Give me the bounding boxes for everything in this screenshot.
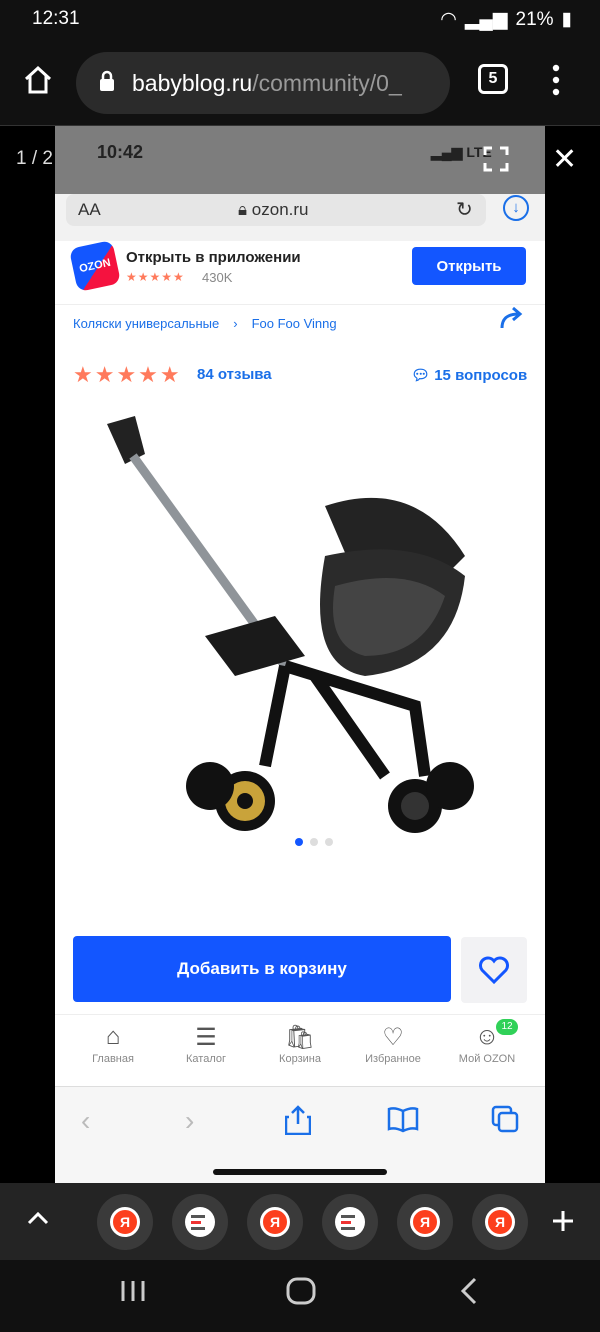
- promo-stars: ★★★★★: [126, 270, 185, 284]
- profile-icon: ☺: [474, 1023, 500, 1050]
- lock-icon: 🔒︎: [238, 200, 252, 219]
- app-promo-banner: OZON Открыть в приложении ★★★★★ 430K Отк…: [55, 239, 545, 305]
- share-icon[interactable]: [499, 306, 525, 337]
- home-icon: ⌂: [105, 1023, 121, 1050]
- browser-toolbar: babyblog.ru/community/0_ 5: [0, 40, 600, 126]
- tab-profile[interactable]: ☺ Мой OZON: [442, 1023, 532, 1065]
- breadcrumb-item[interactable]: Foo Foo Vinng: [252, 316, 337, 331]
- safari-url-field[interactable]: AA 🔒︎ ozon.ru ↻: [66, 194, 486, 226]
- yandex-icon: Я: [410, 1207, 440, 1237]
- carousel-dots: [295, 838, 333, 846]
- tab-switcher-button[interactable]: 5: [478, 64, 508, 94]
- ozon-logo: OZON: [68, 239, 122, 293]
- thumbnail-item[interactable]: [172, 1194, 228, 1250]
- signal-icon: ▂▄▆: [464, 9, 508, 30]
- tab-label: Избранное: [365, 1053, 421, 1065]
- back-icon[interactable]: [458, 1276, 480, 1314]
- tab-label: Каталог: [186, 1053, 226, 1065]
- notification-badge: 12: [496, 1019, 518, 1035]
- android-nav-bar: [0, 1260, 600, 1332]
- thumbnail-item[interactable]: Я: [97, 1194, 153, 1250]
- overflow-menu-icon[interactable]: [548, 62, 564, 103]
- yandex-icon: Я: [485, 1207, 515, 1237]
- reload-icon[interactable]: ↻: [456, 197, 473, 222]
- home-button-icon[interactable]: [285, 1276, 317, 1314]
- chevron-right-icon: ›: [233, 316, 238, 331]
- document-icon: [335, 1207, 365, 1237]
- thumbnail-item[interactable]: Я: [247, 1194, 303, 1250]
- fullscreen-icon[interactable]: [483, 146, 509, 177]
- catalog-icon: ☰: [195, 1024, 217, 1051]
- reviews-link[interactable]: 84 отзыва: [197, 366, 272, 383]
- lock-icon: [98, 70, 116, 98]
- battery-icon: ▮: [561, 9, 572, 30]
- heart-icon: ♡: [382, 1024, 404, 1051]
- questions-label: 15 вопросов: [434, 367, 528, 384]
- add-to-cart-button[interactable]: Добавить в корзину: [73, 936, 451, 1002]
- bookmarks-icon[interactable]: [387, 1105, 419, 1140]
- home-icon[interactable]: [22, 64, 54, 101]
- tab-label: Мой OZON: [458, 1053, 516, 1065]
- thumbnail-strip: Я Я Я Я: [0, 1183, 600, 1260]
- url-host: babyblog.ru: [132, 69, 253, 96]
- ios-status-bar: 10:42 ▂▄▆ LTE: [55, 126, 545, 194]
- thumbnail-item[interactable]: Я: [397, 1194, 453, 1250]
- product-image[interactable]: [85, 406, 525, 846]
- carousel-dot[interactable]: [310, 838, 318, 846]
- chevron-up-icon[interactable]: [26, 1209, 50, 1232]
- download-icon[interactable]: ↓: [503, 195, 529, 221]
- tab-cart[interactable]: 🛍︎ Корзина: [255, 1023, 345, 1065]
- signal-icon: ▂▄▆: [431, 144, 467, 160]
- safari-toolbar: ‹ ›: [55, 1086, 545, 1183]
- safari-domain: 🔒︎ ozon.ru: [238, 200, 308, 220]
- ozon-tab-bar: ⌂ Главная ☰ Каталог 🛍︎ Корзина ♡ Избранн…: [55, 1014, 545, 1086]
- screenshot-image: 10:42 ▂▄▆ LTE AA 🔒︎ ozon.ru ↻ ↓ OZON Отк…: [55, 126, 545, 1183]
- promo-title: Открыть в приложении: [126, 249, 301, 266]
- plus-icon[interactable]: [551, 1209, 575, 1238]
- wifi-icon: ◠: [440, 9, 457, 30]
- text-size-button[interactable]: AA: [78, 200, 101, 220]
- favorite-button[interactable]: [461, 937, 527, 1003]
- url-path: /community/0_: [252, 69, 402, 96]
- safari-address-bar: AA 🔒︎ ozon.ru ↻ ↓: [55, 194, 545, 241]
- thumbnail-item[interactable]: [322, 1194, 378, 1250]
- document-icon: [185, 1207, 215, 1237]
- thumbnail-item[interactable]: Я: [472, 1194, 528, 1250]
- tab-label: Главная: [92, 1053, 134, 1065]
- stroller-illustration: [107, 416, 474, 833]
- questions-link[interactable]: 💬︎ 15 вопросов: [411, 366, 527, 384]
- tabs-icon[interactable]: [491, 1105, 519, 1140]
- tab-favorites[interactable]: ♡ Избранное: [348, 1023, 438, 1065]
- ios-time: 10:42: [97, 142, 144, 162]
- battery-level: 21%: [515, 8, 554, 30]
- url-bar[interactable]: babyblog.ru/community/0_: [76, 52, 450, 114]
- share-icon[interactable]: [284, 1105, 312, 1142]
- breadcrumb: Коляски универсальные › Foo Foo Vinng: [73, 316, 351, 331]
- status-time: 12:31: [32, 8, 80, 29]
- recent-apps-icon[interactable]: [118, 1276, 148, 1314]
- yandex-icon: Я: [110, 1207, 140, 1237]
- carousel-dot[interactable]: [325, 838, 333, 846]
- promo-rating-count: 430K: [202, 270, 233, 285]
- tab-home[interactable]: ⌂ Главная: [68, 1023, 158, 1065]
- status-icons: ◠ ▂▄▆ 21% ▮: [440, 8, 572, 31]
- status-bar: 12:31 ◠ ▂▄▆ 21% ▮: [0, 0, 600, 40]
- forward-icon[interactable]: ›: [185, 1105, 194, 1137]
- rating-stars: ★★★★★: [73, 362, 182, 387]
- heart-icon: [479, 956, 509, 984]
- domain-label: ozon.ru: [251, 200, 309, 219]
- cart-icon: 🛍︎: [284, 1024, 316, 1051]
- home-indicator: [213, 1169, 387, 1175]
- yandex-icon: Я: [260, 1207, 290, 1237]
- breadcrumb-item[interactable]: Коляски универсальные: [73, 316, 219, 331]
- tab-label: Корзина: [279, 1053, 321, 1065]
- question-icon: 💬︎: [411, 367, 435, 384]
- tab-catalog[interactable]: ☰ Каталог: [161, 1023, 251, 1065]
- carousel-dot-active[interactable]: [295, 838, 303, 846]
- close-icon[interactable]: ✕: [552, 145, 577, 175]
- back-icon[interactable]: ‹: [81, 1105, 90, 1137]
- image-counter: 1 / 2: [16, 148, 53, 169]
- open-app-button[interactable]: Открыть: [412, 247, 526, 285]
